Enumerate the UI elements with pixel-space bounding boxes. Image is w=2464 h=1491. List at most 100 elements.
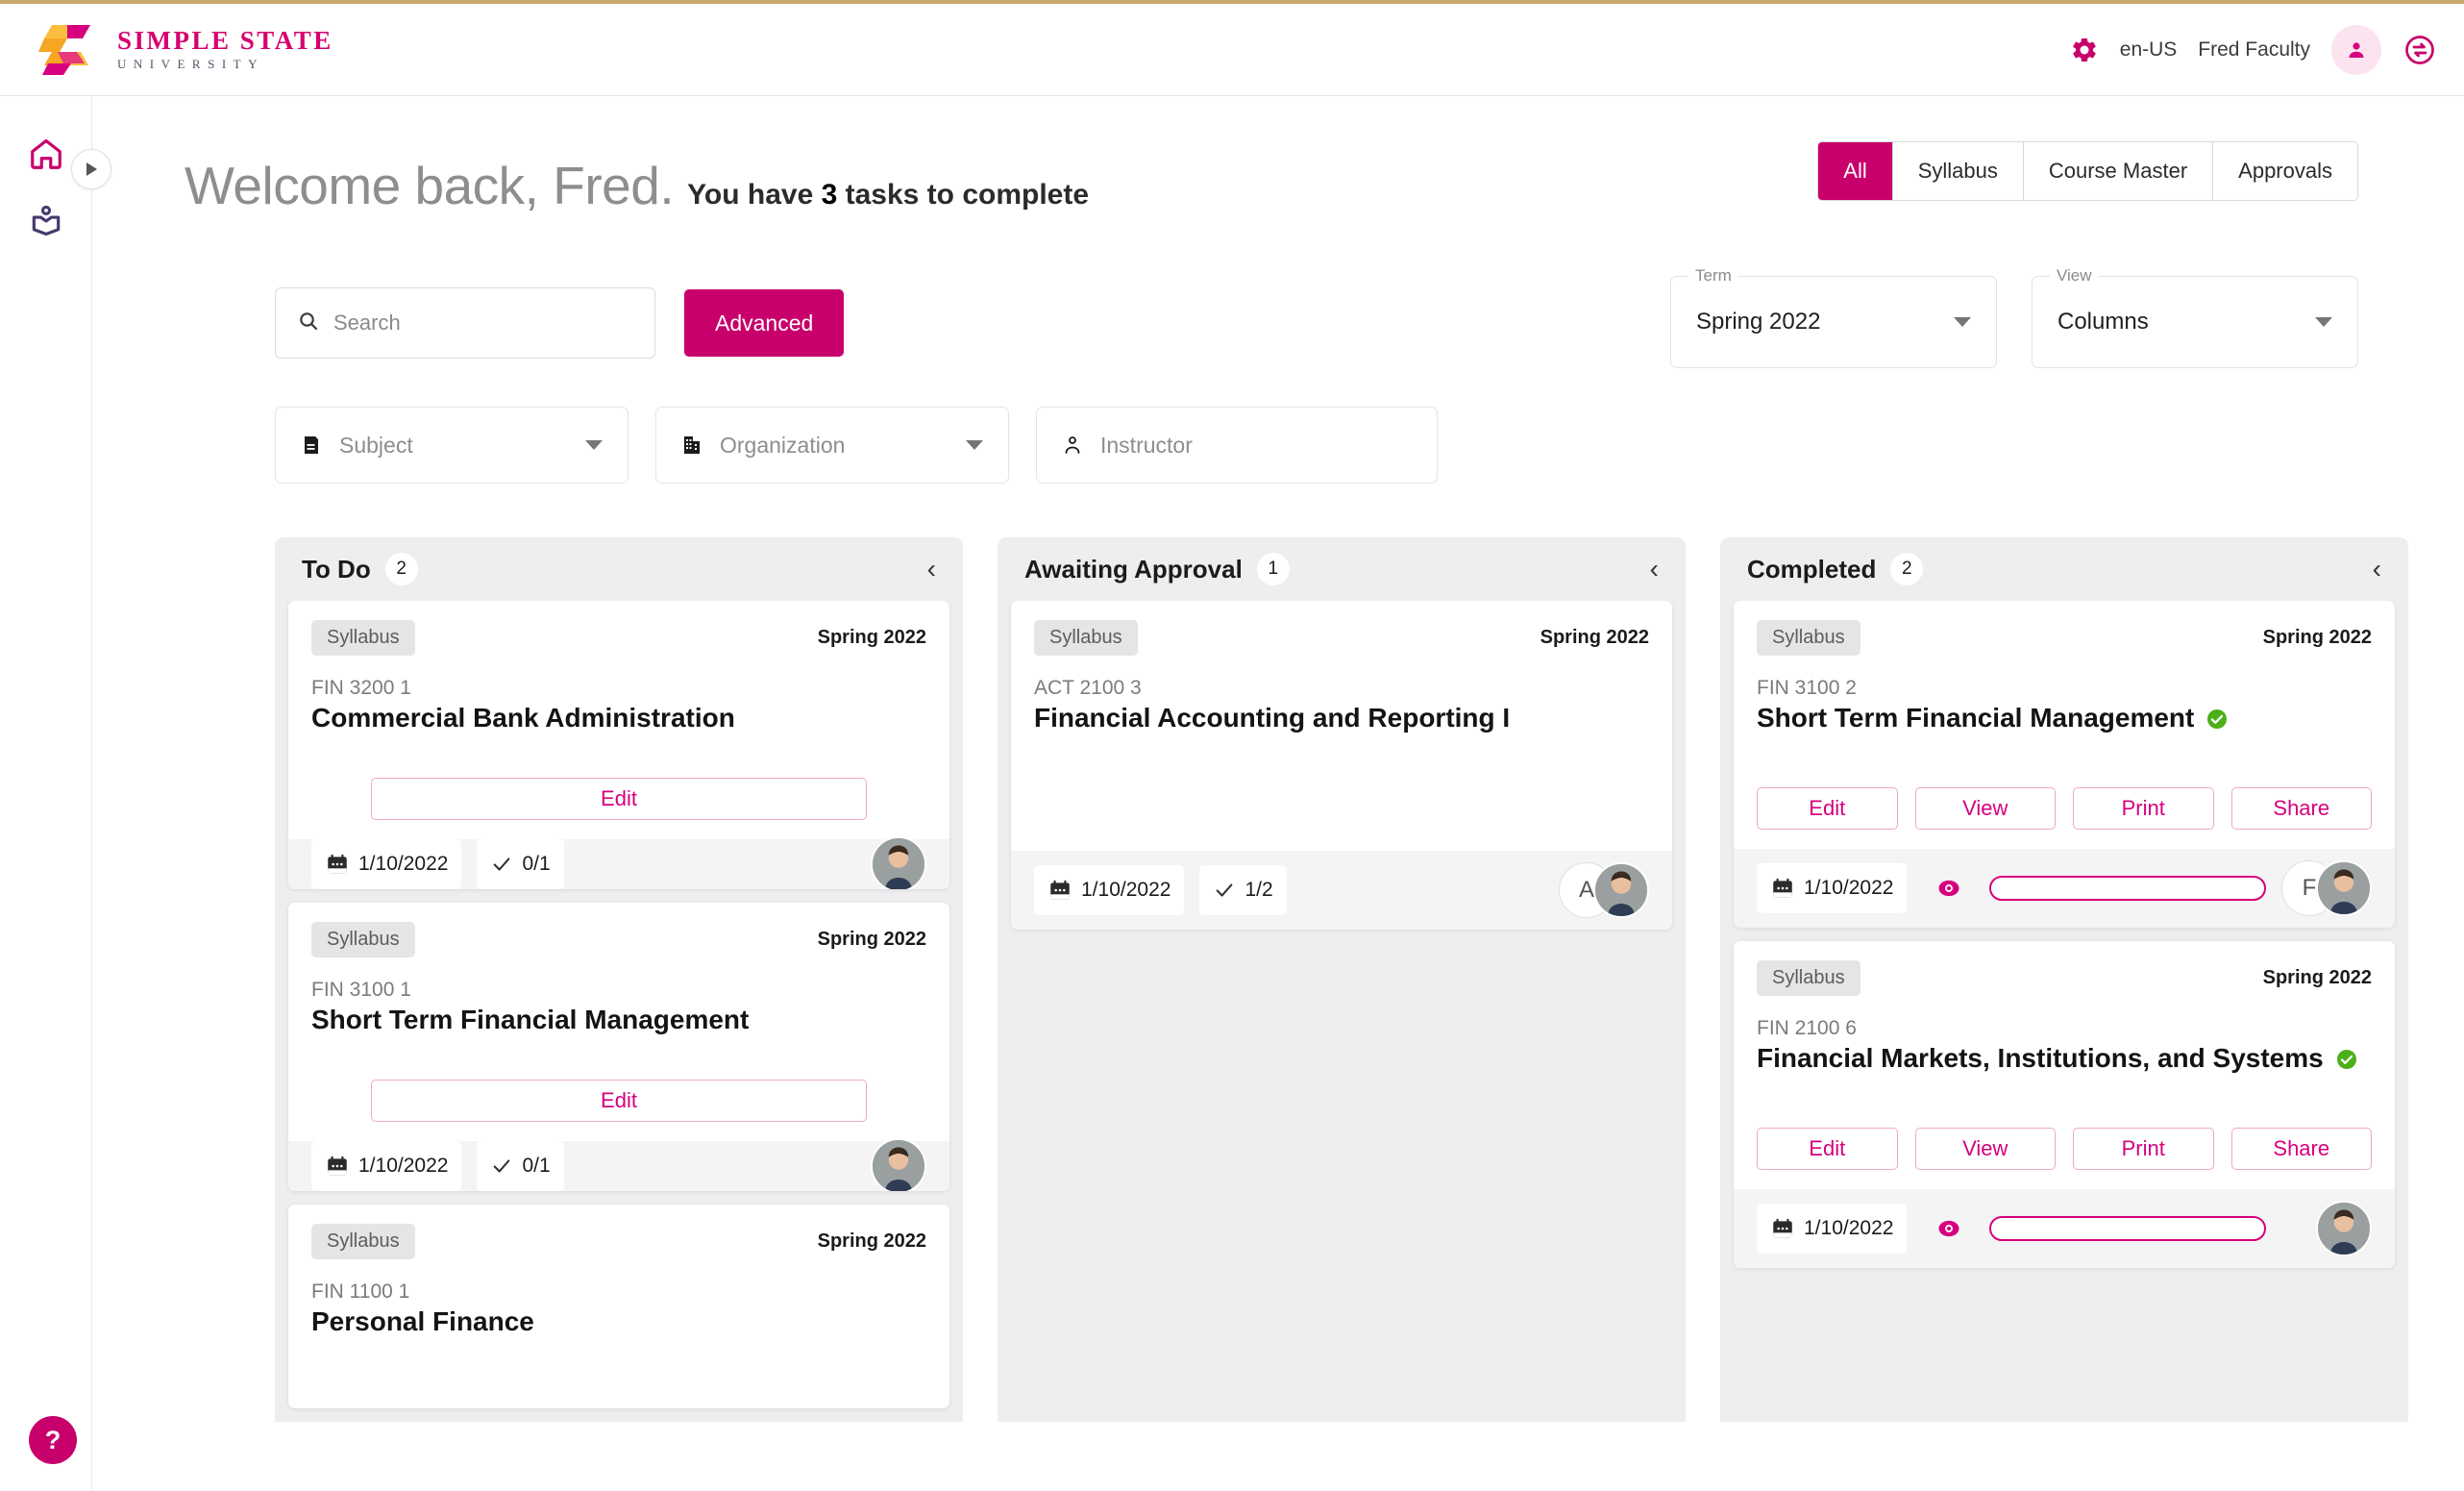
view-select[interactable]: View Columns <box>2032 276 2358 368</box>
card-spacer <box>288 1337 949 1408</box>
edit-button[interactable]: Edit <box>1757 787 1898 830</box>
card-spacer <box>1734 733 2395 766</box>
checklist-pill: 1/2 <box>1199 865 1286 915</box>
edit-button[interactable]: Edit <box>371 778 867 820</box>
task-card[interactable]: Syllabus Spring 2022 FIN 2100 6 Financia… <box>1734 941 2395 1268</box>
card-course-title-text: Financial Accounting and Reporting I <box>1034 703 1510 733</box>
card-spacer <box>1011 733 1672 851</box>
header-actions: en-US Fred Faculty <box>2070 4 2437 96</box>
card-course-title: Short Term Financial Management <box>1757 703 2372 733</box>
column-body: Syllabus Spring 2022 ACT 2100 3 Financia… <box>998 601 1686 1422</box>
chevron-down-icon <box>2315 317 2332 327</box>
calendar-icon <box>1770 876 1795 901</box>
card-footer: 1/10/2022 0/1 <box>288 1141 949 1191</box>
column-count-badge: 2 <box>1890 553 1923 585</box>
share-button[interactable]: Share <box>2231 787 2373 830</box>
due-date-pill: 1/10/2022 <box>311 839 461 889</box>
calendar-icon <box>1047 878 1072 903</box>
calendar-icon <box>325 1154 350 1179</box>
card-term: Spring 2022 <box>1540 627 1649 649</box>
user-name-label[interactable]: Fred Faculty <box>2198 38 2310 62</box>
search-box[interactable] <box>275 287 655 359</box>
avatar[interactable] <box>871 836 926 889</box>
brand-logo[interactable]: SIMPLE STATE UNIVERSITY <box>38 23 333 77</box>
card-avatars <box>2316 1201 2372 1256</box>
task-card[interactable]: Syllabus Spring 2022 FIN 3100 2 Short Te… <box>1734 601 2395 928</box>
chevron-left-icon[interactable]: ‹ <box>927 556 936 583</box>
card-actions: Edit View Print Share <box>1734 1106 2395 1189</box>
view-select-label: View <box>2050 266 2099 286</box>
card-actions: Edit <box>288 757 949 839</box>
due-date-text: 1/10/2022 <box>1804 1217 1893 1240</box>
view-button[interactable]: View <box>1915 787 2057 830</box>
card-avatars <box>871 836 926 889</box>
column-header: Completed 2 ‹ <box>1720 537 2408 601</box>
check-icon <box>1213 880 1236 901</box>
avatar[interactable] <box>871 1138 926 1191</box>
eye-icon[interactable] <box>1935 1215 1962 1242</box>
eye-icon[interactable] <box>1935 875 1962 902</box>
rail-expand-button[interactable] <box>71 149 111 189</box>
tab-course-master[interactable]: Course Master <box>2024 142 2213 200</box>
task-summary: You have 3 tasks to complete <box>687 179 1089 211</box>
column-title: Awaiting Approval <box>1024 555 1243 584</box>
avatar[interactable] <box>2316 1201 2372 1256</box>
welcome-row: Welcome back, Fred. You have 3 tasks to … <box>92 155 2464 232</box>
task-card[interactable]: Syllabus Spring 2022 FIN 3200 1 Commerci… <box>288 601 949 889</box>
card-course-title: Personal Finance <box>311 1306 926 1337</box>
subject-icon <box>299 433 324 458</box>
advanced-search-button[interactable]: Advanced <box>684 289 844 357</box>
card-type-chip: Syllabus <box>311 922 415 957</box>
person-outline-icon <box>1060 433 1085 458</box>
checklist-text: 0/1 <box>522 1155 550 1178</box>
column-body: Syllabus Spring 2022 FIN 3200 1 Commerci… <box>275 601 963 1422</box>
verified-check-icon <box>2205 707 2229 730</box>
gear-icon[interactable] <box>2070 36 2099 64</box>
card-actions: Edit <box>288 1058 949 1141</box>
print-button[interactable]: Print <box>2073 1128 2214 1170</box>
organization-filter[interactable]: Organization <box>655 407 1009 484</box>
tab-approvals[interactable]: Approvals <box>2213 142 2357 200</box>
home-icon[interactable] <box>27 135 65 173</box>
task-card[interactable]: Syllabus Spring 2022 FIN 3100 1 Short Te… <box>288 903 949 1191</box>
chevron-left-icon[interactable]: ‹ <box>2373 556 2381 583</box>
tab-all[interactable]: All <box>1818 142 1892 200</box>
kanban-board: To Do 2 ‹ Syllabus Spring 2022 FIN 3200 … <box>92 537 2464 1422</box>
card-course-code: FIN 3100 1 <box>311 979 926 1002</box>
card-type-chip: Syllabus <box>311 620 415 656</box>
card-term: Spring 2022 <box>2263 967 2372 989</box>
book-reader-icon[interactable] <box>27 202 65 240</box>
avatar[interactable] <box>2316 860 2372 916</box>
subject-filter[interactable]: Subject <box>275 407 628 484</box>
left-nav-rail <box>0 96 92 1491</box>
switch-account-icon[interactable] <box>2402 33 2437 67</box>
welcome-greeting: Welcome back, Fred. <box>185 155 674 216</box>
task-count: 3 <box>822 179 838 211</box>
column-header: Awaiting Approval 1 ‹ <box>998 537 1686 601</box>
print-button[interactable]: Print <box>2073 787 2214 830</box>
card-avatars: A <box>1559 862 1649 918</box>
avatar[interactable] <box>1593 862 1649 918</box>
help-button[interactable]: ? <box>29 1416 77 1464</box>
tab-syllabus[interactable]: Syllabus <box>1893 142 2024 200</box>
card-actions: Edit View Print Share <box>1734 766 2395 849</box>
chevron-left-icon[interactable]: ‹ <box>1650 556 1659 583</box>
column-completed: Completed 2 ‹ Syllabus Spring 2022 FIN 3… <box>1720 537 2408 1422</box>
card-type-chip: Syllabus <box>1757 960 1860 996</box>
edit-button[interactable]: Edit <box>371 1080 867 1122</box>
share-button[interactable]: Share <box>2231 1128 2373 1170</box>
term-select[interactable]: Term Spring 2022 <box>1670 276 1997 368</box>
task-card[interactable]: Syllabus Spring 2022 FIN 1100 1 Personal… <box>288 1205 949 1408</box>
task-card[interactable]: Syllabus Spring 2022 ACT 2100 3 Financia… <box>1011 601 1672 930</box>
view-button[interactable]: View <box>1915 1128 2057 1170</box>
card-type-chip: Syllabus <box>311 1224 415 1259</box>
calendar-icon <box>325 852 350 877</box>
search-input[interactable] <box>333 311 633 335</box>
column-title: To Do <box>302 555 371 584</box>
instructor-filter[interactable]: Instructor <box>1036 407 1438 484</box>
due-date-pill: 1/10/2022 <box>311 1141 461 1191</box>
locale-label[interactable]: en-US <box>2120 38 2178 62</box>
user-avatar-button[interactable] <box>2331 25 2381 75</box>
edit-button[interactable]: Edit <box>1757 1128 1898 1170</box>
column-count-badge: 1 <box>1257 553 1290 585</box>
